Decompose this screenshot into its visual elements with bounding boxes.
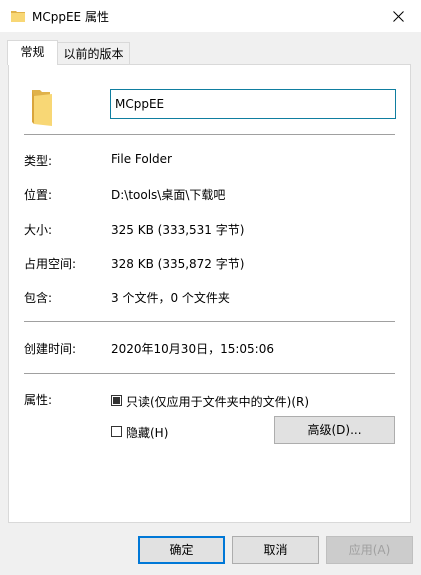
ok-button[interactable]: 确定 <box>138 536 225 564</box>
folder-icon <box>11 11 25 22</box>
apply-button[interactable]: 应用(A) <box>326 536 413 564</box>
hidden-checkbox[interactable] <box>111 426 122 437</box>
separator <box>24 134 395 135</box>
attributes-label: 属性: <box>24 393 53 407</box>
disk-size-label: 占用空间: <box>24 257 77 271</box>
close-icon <box>392 10 404 22</box>
advanced-button[interactable]: 高级(D)... <box>274 416 395 444</box>
folder-icon <box>32 90 52 126</box>
separator <box>24 373 395 374</box>
location-label: 位置: <box>24 188 53 202</box>
size-label: 大小: <box>24 223 53 237</box>
separator <box>24 321 395 322</box>
type-value: File Folder <box>111 152 172 166</box>
window-title: MCppEE 属性 <box>32 10 109 24</box>
folder-name-input[interactable] <box>110 89 396 119</box>
tab-general[interactable]: 常规 <box>7 40 58 65</box>
type-label: 类型: <box>24 154 53 168</box>
hidden-label[interactable]: 隐藏(H) <box>126 424 168 441</box>
disk-size-value: 328 KB (335,872 字节) <box>111 257 245 271</box>
created-value: 2020年10月30日，15:05:06 <box>111 342 274 356</box>
tab-previous-versions[interactable]: 以前的版本 <box>57 42 130 64</box>
contains-value: 3 个文件，0 个文件夹 <box>111 291 230 305</box>
cancel-button[interactable]: 取消 <box>232 536 319 564</box>
size-value: 325 KB (333,531 字节) <box>111 223 245 237</box>
readonly-label[interactable]: 只读(仅应用于文件夹中的文件)(R) <box>126 393 309 410</box>
readonly-checkbox[interactable] <box>111 395 122 406</box>
contains-label: 包含: <box>24 291 53 305</box>
location-value: D:\tools\桌面\下载吧 <box>111 188 226 202</box>
close-button[interactable] <box>375 0 421 32</box>
title-bar: MCppEE 属性 <box>0 0 421 32</box>
created-label: 创建时间: <box>24 342 77 356</box>
